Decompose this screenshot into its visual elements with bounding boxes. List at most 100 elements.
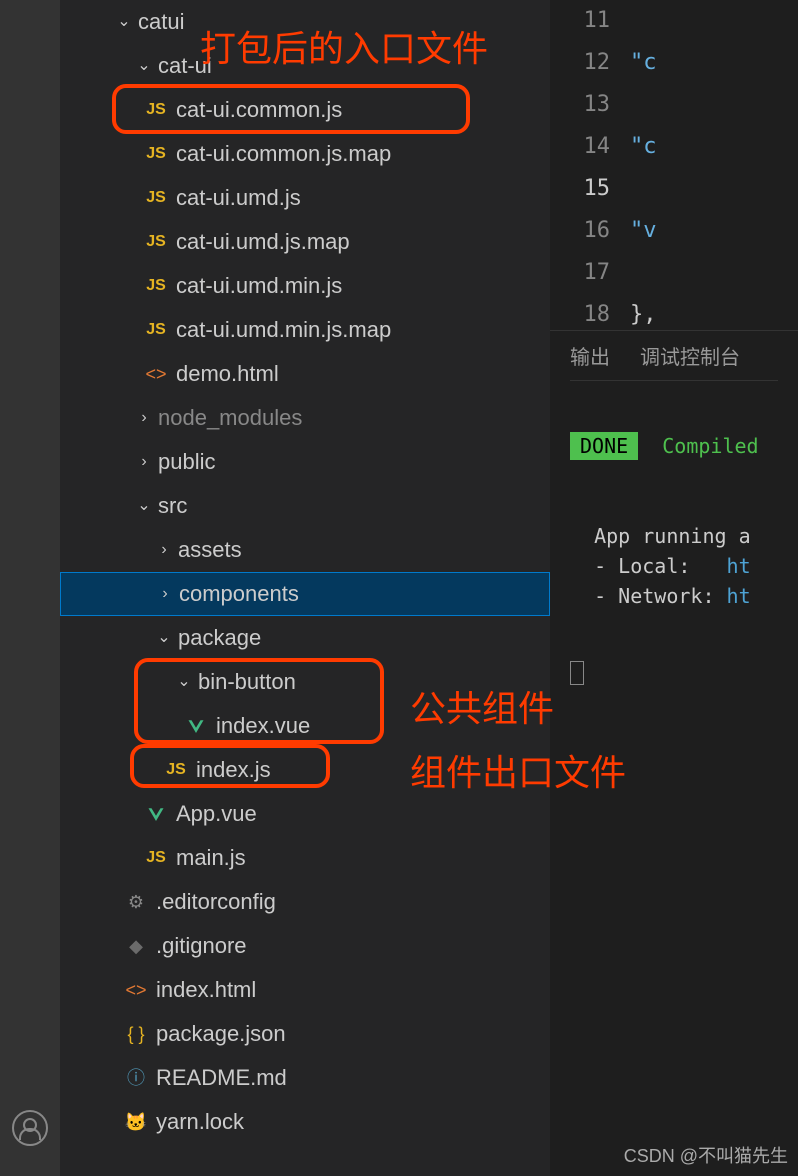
js-icon: JS (144, 176, 168, 220)
chevron-right-icon: › (134, 396, 154, 440)
file-label: cat-ui.common.js.map (176, 132, 391, 176)
js-icon: JS (144, 132, 168, 176)
file-cat-ui-umd-min-js-map[interactable]: JS cat-ui.umd.min.js.map (60, 308, 550, 352)
account-icon[interactable] (12, 1110, 48, 1146)
file-label: .editorconfig (156, 880, 276, 924)
chevron-down-icon: ⌄ (154, 616, 174, 660)
folder-label: cat-ui (158, 44, 212, 88)
line-number: 15 (550, 168, 610, 210)
file-index-html[interactable]: <> index.html (60, 968, 550, 1012)
file-cat-ui-umd-min-js[interactable]: JS cat-ui.umd.min.js (60, 264, 550, 308)
folder-label: bin-button (198, 660, 296, 704)
folder-public[interactable]: › public (60, 440, 550, 484)
js-icon: JS (144, 264, 168, 308)
file-label: .gitignore (156, 924, 247, 968)
activity-bar (0, 0, 60, 1176)
done-badge: DONE (570, 432, 638, 460)
file-yarn-lock[interactable]: 🐱 yarn.lock (60, 1100, 550, 1144)
code-token: }, (630, 302, 657, 327)
tab-debug-console[interactable]: 调试控制台 (640, 335, 740, 376)
file-app-vue[interactable]: App.vue (60, 792, 550, 836)
json-icon: { } (124, 1012, 148, 1056)
terminal-content[interactable]: DONE Compiled App running a - Local: ht … (570, 381, 778, 723)
url-text: ht (727, 554, 751, 578)
file-index-js[interactable]: JS index.js (60, 748, 550, 792)
line-number: 14 (550, 126, 610, 168)
file-readme[interactable]: ⓘ README.md (60, 1056, 550, 1100)
folder-catui[interactable]: ⌄ catui (60, 0, 550, 44)
file-label: cat-ui.umd.min.js.map (176, 308, 391, 352)
folder-components[interactable]: › components (60, 572, 550, 616)
file-package-json[interactable]: { } package.json (60, 1012, 550, 1056)
compiled-text: Compiled (662, 434, 758, 458)
file-label: README.md (156, 1056, 287, 1100)
info-icon: ⓘ (124, 1056, 148, 1100)
code-token: "c (630, 134, 657, 159)
line-number: 18 (550, 294, 610, 330)
folder-package[interactable]: ⌄ package (60, 616, 550, 660)
folder-label: public (158, 440, 215, 484)
folder-node-modules[interactable]: › node_modules (60, 396, 550, 440)
file-label: cat-ui.common.js (176, 88, 342, 132)
code-token: "c (630, 50, 657, 75)
chevron-down-icon: ⌄ (134, 44, 154, 88)
file-label: cat-ui.umd.js.map (176, 220, 350, 264)
terminal-line: App running a (594, 524, 751, 548)
js-icon: JS (164, 748, 188, 792)
editor-area: 11 12 13 14 15 16 17 18 "c "c "v }, "dev… (550, 0, 798, 1176)
file-cat-ui-common-js-map[interactable]: JS cat-ui.common.js.map (60, 132, 550, 176)
chevron-down-icon: ⌄ (114, 0, 134, 44)
file-label: cat-ui.umd.min.js (176, 264, 342, 308)
url-text: ht (727, 584, 751, 608)
js-icon: JS (144, 836, 168, 880)
terminal-cursor (570, 661, 584, 685)
chevron-right-icon: › (134, 440, 154, 484)
folder-label: node_modules (158, 396, 302, 440)
folder-label: components (179, 572, 299, 616)
yarn-icon: 🐱 (124, 1100, 148, 1144)
html-icon: <> (124, 968, 148, 1012)
chevron-right-icon: › (155, 572, 175, 616)
file-label: App.vue (176, 792, 257, 836)
file-explorer: ⌄ catui ⌄ cat-ui JS cat-ui.common.js JS … (60, 0, 550, 1176)
folder-label: src (158, 484, 187, 528)
file-label: demo.html (176, 352, 279, 396)
terminal-line: - Network: (594, 584, 726, 608)
vue-icon (144, 792, 168, 836)
file-label: index.vue (216, 704, 310, 748)
file-label: yarn.lock (156, 1100, 244, 1144)
folder-bin-button[interactable]: ⌄ bin-button (60, 660, 550, 704)
folder-src[interactable]: ⌄ src (60, 484, 550, 528)
watermark: CSDN @不叫猫先生 (624, 1142, 788, 1168)
chevron-down-icon: ⌄ (134, 484, 154, 528)
file-label: index.js (196, 748, 271, 792)
html-icon: <> (144, 352, 168, 396)
chevron-down-icon: ⌄ (174, 660, 194, 704)
line-number: 12 (550, 42, 610, 84)
folder-assets[interactable]: › assets (60, 528, 550, 572)
panel-tabs: 输出 调试控制台 (570, 331, 778, 381)
file-main-js[interactable]: JS main.js (60, 836, 550, 880)
file-cat-ui-common-js[interactable]: JS cat-ui.common.js (60, 88, 550, 132)
tab-output[interactable]: 输出 (570, 335, 610, 376)
file-demo-html[interactable]: <> demo.html (60, 352, 550, 396)
line-number: 13 (550, 84, 610, 126)
line-number: 16 (550, 210, 610, 252)
file-label: cat-ui.umd.js (176, 176, 301, 220)
bottom-panel: 输出 调试控制台 DONE Compiled App running a - L… (550, 330, 798, 1176)
line-number: 11 (550, 0, 610, 42)
file-cat-ui-umd-js[interactable]: JS cat-ui.umd.js (60, 176, 550, 220)
file-gitignore[interactable]: ◆ .gitignore (60, 924, 550, 968)
js-icon: JS (144, 308, 168, 352)
git-icon: ◆ (124, 924, 148, 968)
code-token: "v (630, 218, 657, 243)
js-icon: JS (144, 88, 168, 132)
file-index-vue[interactable]: index.vue (60, 704, 550, 748)
file-cat-ui-umd-js-map[interactable]: JS cat-ui.umd.js.map (60, 220, 550, 264)
chevron-right-icon: › (154, 528, 174, 572)
file-editorconfig[interactable]: ⚙ .editorconfig (60, 880, 550, 924)
folder-cat-ui[interactable]: ⌄ cat-ui (60, 44, 550, 88)
js-icon: JS (144, 220, 168, 264)
code-content[interactable]: "c "c "v }, "dev "@ "@ "@ (630, 0, 709, 330)
line-number: 17 (550, 252, 610, 294)
